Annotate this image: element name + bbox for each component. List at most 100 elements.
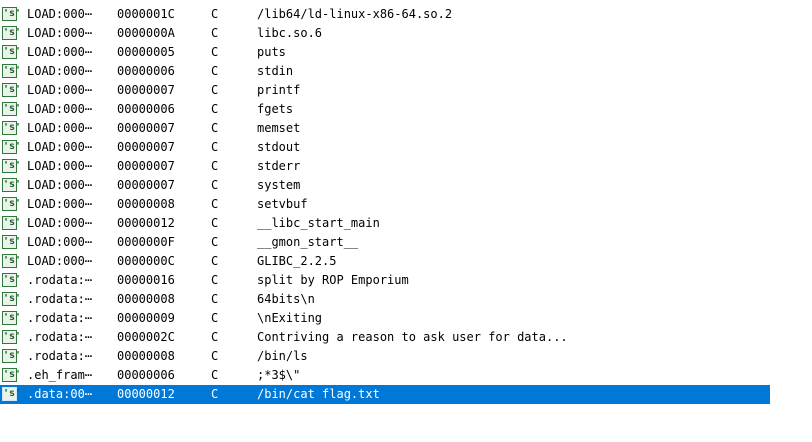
length-cell: 00000007 bbox=[117, 178, 175, 192]
type-cell: C bbox=[211, 216, 219, 230]
table-row[interactable]: 's' LOAD:000⋯ 0000001C C/lib64/ld-linux-x86… bbox=[0, 5, 770, 24]
string-icon: 's' bbox=[2, 330, 22, 344]
table-row[interactable]: 's' LOAD:000⋯ 00000007 Csystem bbox=[0, 176, 770, 195]
string-cell: /lib64/ld-linux-x86-64.so.2 bbox=[257, 7, 453, 21]
string-cell: 64bits\n bbox=[257, 292, 315, 306]
table-row[interactable]: 's' LOAD:000⋯ 0000000F C __gmon_start__ bbox=[0, 233, 770, 252]
string-icon: 's' bbox=[2, 102, 22, 116]
address-cell: LOAD:000⋯ bbox=[27, 235, 93, 249]
address-cell: LOAD:000⋯ bbox=[27, 45, 93, 59]
address-cell: LOAD:000⋯ bbox=[27, 121, 93, 135]
length-cell: 00000007 bbox=[117, 121, 175, 135]
type-cell: C bbox=[211, 311, 219, 325]
table-row[interactable]: 's' .rodata:⋯ 00000008 C 64bits\n bbox=[0, 290, 770, 309]
string-cell: /bin/ls bbox=[257, 349, 308, 363]
string-cell: memset bbox=[257, 121, 301, 135]
type-cell: C bbox=[211, 292, 219, 306]
string-icon: 's' bbox=[2, 311, 22, 325]
table-row[interactable]: 's' LOAD:000⋯ 0000000A Clibc.so.6 bbox=[0, 24, 770, 43]
length-cell: 00000008 bbox=[117, 349, 175, 363]
table-row[interactable]: 's' .rodata:⋯ 00000016 Csplit by ROP Empori… bbox=[0, 271, 770, 290]
string-cell: Contriving a reason to ask user for data… bbox=[257, 330, 568, 344]
length-cell: 00000006 bbox=[117, 102, 175, 116]
address-cell: LOAD:000⋯ bbox=[27, 102, 93, 116]
length-cell: 0000000F bbox=[117, 235, 175, 249]
type-cell: C bbox=[211, 197, 219, 211]
type-cell: C bbox=[211, 64, 219, 78]
table-row[interactable]: 's' LOAD:000⋯ 00000005 Cputs bbox=[0, 43, 770, 62]
length-cell: 00000006 bbox=[117, 64, 175, 78]
table-row[interactable]: 's' .rodata:⋯ 00000009 C \nExiting bbox=[0, 309, 770, 328]
length-cell: 00000007 bbox=[117, 159, 175, 173]
address-cell: LOAD:000⋯ bbox=[27, 140, 93, 154]
string-icon: 's' bbox=[2, 292, 22, 306]
type-cell: C bbox=[211, 83, 219, 97]
type-cell: C bbox=[211, 387, 219, 401]
string-icon: 's' bbox=[2, 387, 22, 401]
address-cell: LOAD:000⋯ bbox=[27, 178, 93, 192]
table-row[interactable]: 's' LOAD:000⋯ 0000000C C GLIBC_2.2.5 bbox=[0, 252, 770, 271]
address-cell: LOAD:000⋯ bbox=[27, 216, 93, 230]
strings-table: 's' LOAD:000⋯ 0000001C C/lib64/ld-linux-x86… bbox=[0, 5, 770, 404]
string-icon: 's' bbox=[2, 349, 22, 363]
address-cell: LOAD:000⋯ bbox=[27, 254, 93, 268]
length-cell: 00000008 bbox=[117, 292, 175, 306]
type-cell: C bbox=[211, 273, 219, 287]
string-cell: libc.so.6 bbox=[257, 26, 323, 40]
table-row[interactable]: 's' LOAD:000⋯ 00000007 Cstderr bbox=[0, 157, 770, 176]
table-row[interactable]: 's' .rodata:⋯ 00000008 C/bin/ls bbox=[0, 347, 770, 366]
address-cell: LOAD:000⋯ bbox=[27, 159, 93, 173]
table-row[interactable]: 's' LOAD:000⋯ 00000007 Cmemset bbox=[0, 119, 770, 138]
string-icon: 's' bbox=[2, 216, 22, 230]
table-row[interactable]: 's' LOAD:000⋯ 00000008 Csetvbuf bbox=[0, 195, 770, 214]
string-icon: 's' bbox=[2, 7, 22, 21]
table-row[interactable]: 's' LOAD:000⋯ 00000006 Cfgets bbox=[0, 100, 770, 119]
length-cell: 00000016 bbox=[117, 273, 175, 287]
string-icon: 's' bbox=[2, 83, 22, 97]
address-cell: .rodata:⋯ bbox=[27, 311, 93, 325]
table-row[interactable]: 's' .rodata:⋯ 0000002C C Contriving a reason… bbox=[0, 328, 770, 347]
string-cell: fgets bbox=[257, 102, 294, 116]
length-cell: 00000006 bbox=[117, 368, 175, 382]
type-cell: C bbox=[211, 330, 219, 344]
string-cell: stderr bbox=[257, 159, 301, 173]
string-cell: printf bbox=[257, 83, 301, 97]
length-cell: 00000012 bbox=[117, 387, 175, 401]
string-icon: 's' bbox=[2, 368, 22, 382]
address-cell: .rodata:⋯ bbox=[27, 330, 93, 344]
string-cell: setvbuf bbox=[257, 197, 308, 211]
length-cell: 0000001C bbox=[117, 7, 175, 21]
string-icon: 's' bbox=[2, 140, 22, 154]
string-cell: /bin/cat flag.txt bbox=[257, 387, 380, 401]
address-cell: LOAD:000⋯ bbox=[27, 26, 93, 40]
type-cell: C bbox=[211, 121, 219, 135]
address-cell: .rodata:⋯ bbox=[27, 273, 93, 287]
string-cell: \nExiting bbox=[257, 311, 323, 325]
string-cell: stdin bbox=[257, 64, 294, 78]
length-cell: 00000007 bbox=[117, 140, 175, 154]
address-cell: .eh_fram⋯ bbox=[27, 368, 93, 382]
table-row[interactable]: 's' LOAD:000⋯ 00000012 C __libc_start_main bbox=[0, 214, 770, 233]
type-cell: C bbox=[211, 7, 219, 21]
table-row[interactable]: 's' LOAD:000⋯ 00000006 Cstdin bbox=[0, 62, 770, 81]
address-cell: LOAD:000⋯ bbox=[27, 197, 93, 211]
string-icon: 's' bbox=[2, 26, 22, 40]
length-cell: 00000012 bbox=[117, 216, 175, 230]
length-cell: 0000002C bbox=[117, 330, 175, 344]
length-cell: 00000005 bbox=[117, 45, 175, 59]
length-cell: 00000007 bbox=[117, 83, 175, 97]
string-cell: puts bbox=[257, 45, 286, 59]
string-cell: __gmon_start__ bbox=[257, 235, 359, 249]
address-cell: LOAD:000⋯ bbox=[27, 7, 93, 21]
string-cell: stdout bbox=[257, 140, 301, 154]
address-cell: .rodata:⋯ bbox=[27, 292, 93, 306]
table-row[interactable]: 's' LOAD:000⋯ 00000007 Cstdout bbox=[0, 138, 770, 157]
string-cell: system bbox=[257, 178, 301, 192]
string-cell: __libc_start_main bbox=[257, 216, 380, 230]
string-icon: 's' bbox=[2, 159, 22, 173]
address-cell: LOAD:000⋯ bbox=[27, 64, 93, 78]
table-row-selected[interactable]: 's' .data:00⋯ 00000012 C/bin/cat flag.txt bbox=[0, 385, 770, 404]
table-row[interactable]: 's' .eh_fram⋯ 00000006 C ;*3$\" bbox=[0, 366, 770, 385]
length-cell: 00000008 bbox=[117, 197, 175, 211]
table-row[interactable]: 's' LOAD:000⋯ 00000007 Cprintf bbox=[0, 81, 770, 100]
